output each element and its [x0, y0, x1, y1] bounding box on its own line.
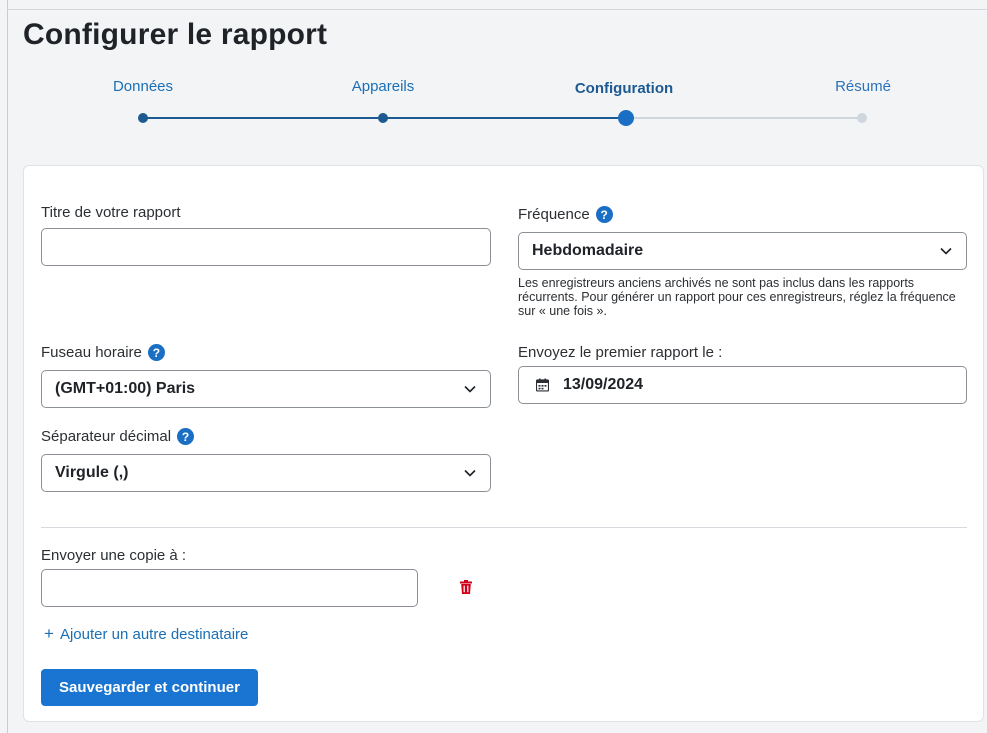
wizard-stepper: Données Appareils Configuration Résumé	[0, 70, 987, 140]
decimal-separator-select[interactable]: Virgule (,)	[41, 454, 491, 492]
save-and-continue-button[interactable]: Sauvegarder et continuer	[41, 669, 258, 706]
step-resume-dot	[857, 113, 867, 123]
step-donnees-dot	[138, 113, 148, 123]
step-resume: Résumé	[835, 78, 891, 95]
frequency-help-icon[interactable]: ?	[595, 206, 613, 223]
timezone-select-value: (GMT+01:00) Paris	[55, 380, 196, 397]
timezone-select[interactable]: (GMT+01:00) Paris	[41, 370, 491, 408]
decimal-separator-label-text: Séparateur décimal	[41, 428, 172, 445]
step-configuration[interactable]: Configuration	[575, 80, 673, 97]
section-divider	[41, 527, 967, 528]
window-top-border	[7, 9, 987, 10]
step-appareils[interactable]: Appareils	[352, 78, 415, 95]
decimal-separator-select-value: Virgule (,)	[55, 464, 129, 481]
page-title: Configurer le rapport	[23, 18, 328, 51]
step-donnees[interactable]: Données	[113, 78, 173, 95]
configuration-form-card: Titre de votre rapport Fréquence ? Hebdo…	[23, 165, 984, 722]
timezone-help-icon[interactable]: ?	[147, 344, 165, 361]
frequency-select-value: Hebdomadaire	[532, 242, 644, 259]
timezone-label-text: Fuseau horaire	[41, 344, 142, 361]
report-title-label: Titre de votre rapport	[41, 204, 181, 221]
plus-icon: +	[44, 624, 54, 643]
report-title-input[interactable]	[41, 228, 491, 266]
frequency-select[interactable]: Hebdomadaire	[518, 232, 967, 270]
stepper-remaining-track	[626, 117, 862, 119]
add-recipient-link[interactable]: + Ajouter un autre destinataire	[44, 624, 248, 644]
frequency-label: Fréquence ?	[518, 206, 613, 223]
add-recipient-label: Ajouter un autre destinataire	[59, 626, 249, 643]
step-configuration-dot	[618, 110, 634, 126]
first-report-label: Envoyez le premier rapport le :	[518, 344, 723, 361]
first-report-date-value: 13/09/2024	[563, 376, 644, 393]
copy-to-label: Envoyer une copie à :	[41, 547, 187, 564]
trash-icon[interactable]	[460, 580, 472, 594]
chevron-down-icon	[940, 247, 952, 255]
step-appareils-dot	[378, 113, 388, 123]
chevron-down-icon	[464, 469, 476, 477]
decimal-separator-help-icon[interactable]: ?	[177, 428, 195, 445]
frequency-note: Les enregistreurs anciens archivés ne so…	[518, 276, 956, 318]
calendar-icon	[536, 378, 549, 392]
decimal-separator-label: Séparateur décimal ?	[41, 428, 195, 445]
copy-to-email-input[interactable]	[41, 569, 418, 607]
frequency-label-text: Fréquence	[518, 206, 590, 223]
first-report-date-picker[interactable]: 13/09/2024	[518, 366, 967, 404]
chevron-down-icon	[464, 385, 476, 393]
timezone-label: Fuseau horaire ?	[41, 344, 165, 361]
